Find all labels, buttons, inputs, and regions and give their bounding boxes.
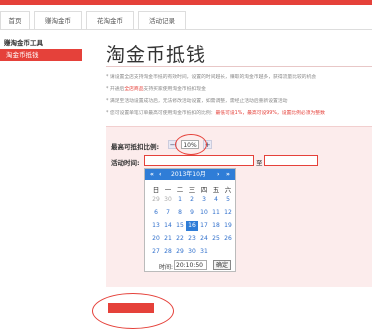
submit-button[interactable] bbox=[108, 303, 154, 313]
note-highlight: 最低可设1%，最高可设99%，设置比例必须为整数 bbox=[215, 111, 325, 116]
calendar-day[interactable]: 14 bbox=[162, 221, 174, 231]
calendar-day[interactable]: 11 bbox=[210, 208, 222, 218]
end-time-input[interactable] bbox=[264, 155, 318, 166]
tab-home[interactable]: 首页 bbox=[0, 11, 30, 29]
sidebar-heading: 赚淘金币工具 bbox=[4, 39, 43, 47]
calendar-day[interactable]: 20 bbox=[150, 234, 162, 244]
info-note: * 开通后全店商品支持买家使用淘金币抵扣现金 bbox=[106, 87, 206, 92]
calendar-day[interactable]: 22 bbox=[174, 234, 186, 244]
sidebar-item-coin-deduction[interactable]: 淘金币抵钱 bbox=[0, 49, 82, 61]
calendar-day[interactable]: 1 bbox=[174, 195, 186, 205]
calendar-day[interactable]: 30 bbox=[186, 247, 198, 257]
tab-spend-coins[interactable]: 花淘金币 bbox=[86, 11, 134, 29]
calendar-day[interactable]: 31 bbox=[198, 247, 210, 257]
confirm-button[interactable]: 确定 bbox=[213, 260, 231, 270]
calendar-day[interactable]: 26 bbox=[222, 234, 234, 244]
date-picker: « ‹ 2013年10月 › » 日一二三四五六 29 30 1 2 3 4 5 6 7 8 9 10… bbox=[144, 168, 236, 272]
calendar-day[interactable]: 12 bbox=[222, 208, 234, 218]
weekday-label: 二 bbox=[176, 186, 184, 194]
prev-month-icon[interactable]: ‹ bbox=[159, 169, 161, 180]
next-year-icon[interactable]: » bbox=[226, 169, 230, 180]
calendar-day[interactable]: 16 bbox=[186, 221, 198, 231]
increase-button[interactable]: + bbox=[203, 140, 212, 149]
weekday-label: 一 bbox=[164, 186, 172, 194]
calendar-day[interactable]: 13 bbox=[150, 221, 162, 231]
calendar-day[interactable]: 17 bbox=[198, 221, 210, 231]
info-note: * 满足至活动设置成功后，无法修改活动设置，如需调整，需经止活动后重新设置活动 bbox=[106, 99, 288, 104]
decrease-button[interactable]: − bbox=[168, 140, 177, 149]
calendar-day[interactable]: 27 bbox=[150, 247, 162, 257]
calendar-day[interactable]: 7 bbox=[162, 208, 174, 218]
calendar-day[interactable]: 19 bbox=[222, 221, 234, 231]
calendar-day[interactable]: 29 bbox=[174, 247, 186, 257]
sidebar: 赚淘金币工具 淘金币抵钱 bbox=[0, 38, 82, 61]
weekday-label: 日 bbox=[152, 186, 160, 194]
calendar-day[interactable]: 25 bbox=[210, 234, 222, 244]
activity-time-label: 活动时间: bbox=[111, 159, 140, 167]
calendar-day[interactable]: 24 bbox=[198, 234, 210, 244]
tab-earn-coins[interactable]: 赚淘金币 bbox=[34, 11, 82, 29]
time-label: 时间: bbox=[159, 264, 174, 271]
calendar-day[interactable]: 8 bbox=[174, 208, 186, 218]
start-time-input[interactable] bbox=[144, 155, 254, 166]
calendar-day[interactable]: 21 bbox=[162, 234, 174, 244]
time-input[interactable]: 20:10:50 bbox=[174, 260, 207, 270]
info-note: * 您可设置单笔订单最高可使用淘金币抵扣的比例：最低可设1%，最高可设99%，设… bbox=[106, 111, 325, 116]
calendar-day[interactable]: 9 bbox=[186, 208, 198, 218]
prev-year-icon[interactable]: « bbox=[150, 169, 154, 180]
ratio-input[interactable]: 10% bbox=[181, 140, 199, 149]
calendar-day[interactable]: 4 bbox=[210, 195, 222, 205]
calendar-day[interactable]: 5 bbox=[222, 195, 234, 205]
calendar-day[interactable]: 3 bbox=[198, 195, 210, 205]
note-highlight: 全店商品 bbox=[124, 87, 144, 92]
weekday-label: 三 bbox=[188, 186, 196, 194]
weekday-label: 六 bbox=[224, 186, 232, 194]
page-title: 淘金币抵钱 bbox=[106, 44, 207, 66]
calendar-day[interactable]: 23 bbox=[186, 234, 198, 244]
calendar-day[interactable]: 30 bbox=[162, 195, 174, 205]
max-ratio-label: 最高可抵扣比例: bbox=[111, 143, 160, 151]
tab-activity-records[interactable]: 活动记录 bbox=[138, 11, 186, 29]
calendar-day[interactable]: 29 bbox=[150, 195, 162, 205]
weekday-label: 四 bbox=[200, 186, 208, 194]
calendar-day[interactable]: 28 bbox=[162, 247, 174, 257]
calendar-day[interactable]: 6 bbox=[150, 208, 162, 218]
info-note: * 请设置全店支持淘金币抵的有效时间，设置的时间越长，赚取的淘金币越多，获得流量… bbox=[106, 75, 317, 80]
calendar-title: 2013年10月 bbox=[171, 171, 206, 178]
calendar-day[interactable]: 15 bbox=[174, 221, 186, 231]
weekday-label: 五 bbox=[212, 186, 220, 194]
to-label: 至 bbox=[256, 159, 263, 167]
title-divider bbox=[106, 66, 372, 67]
top-accent-bar bbox=[0, 0, 372, 5]
next-month-icon[interactable]: › bbox=[217, 169, 219, 180]
calendar-day[interactable]: 18 bbox=[210, 221, 222, 231]
calendar-day[interactable]: 2 bbox=[186, 195, 198, 205]
calendar-day[interactable]: 10 bbox=[198, 208, 210, 218]
main-tabs: 首页 赚淘金币 花淘金币 活动记录 bbox=[0, 11, 372, 30]
calendar-header: « ‹ 2013年10月 › » bbox=[145, 169, 235, 180]
